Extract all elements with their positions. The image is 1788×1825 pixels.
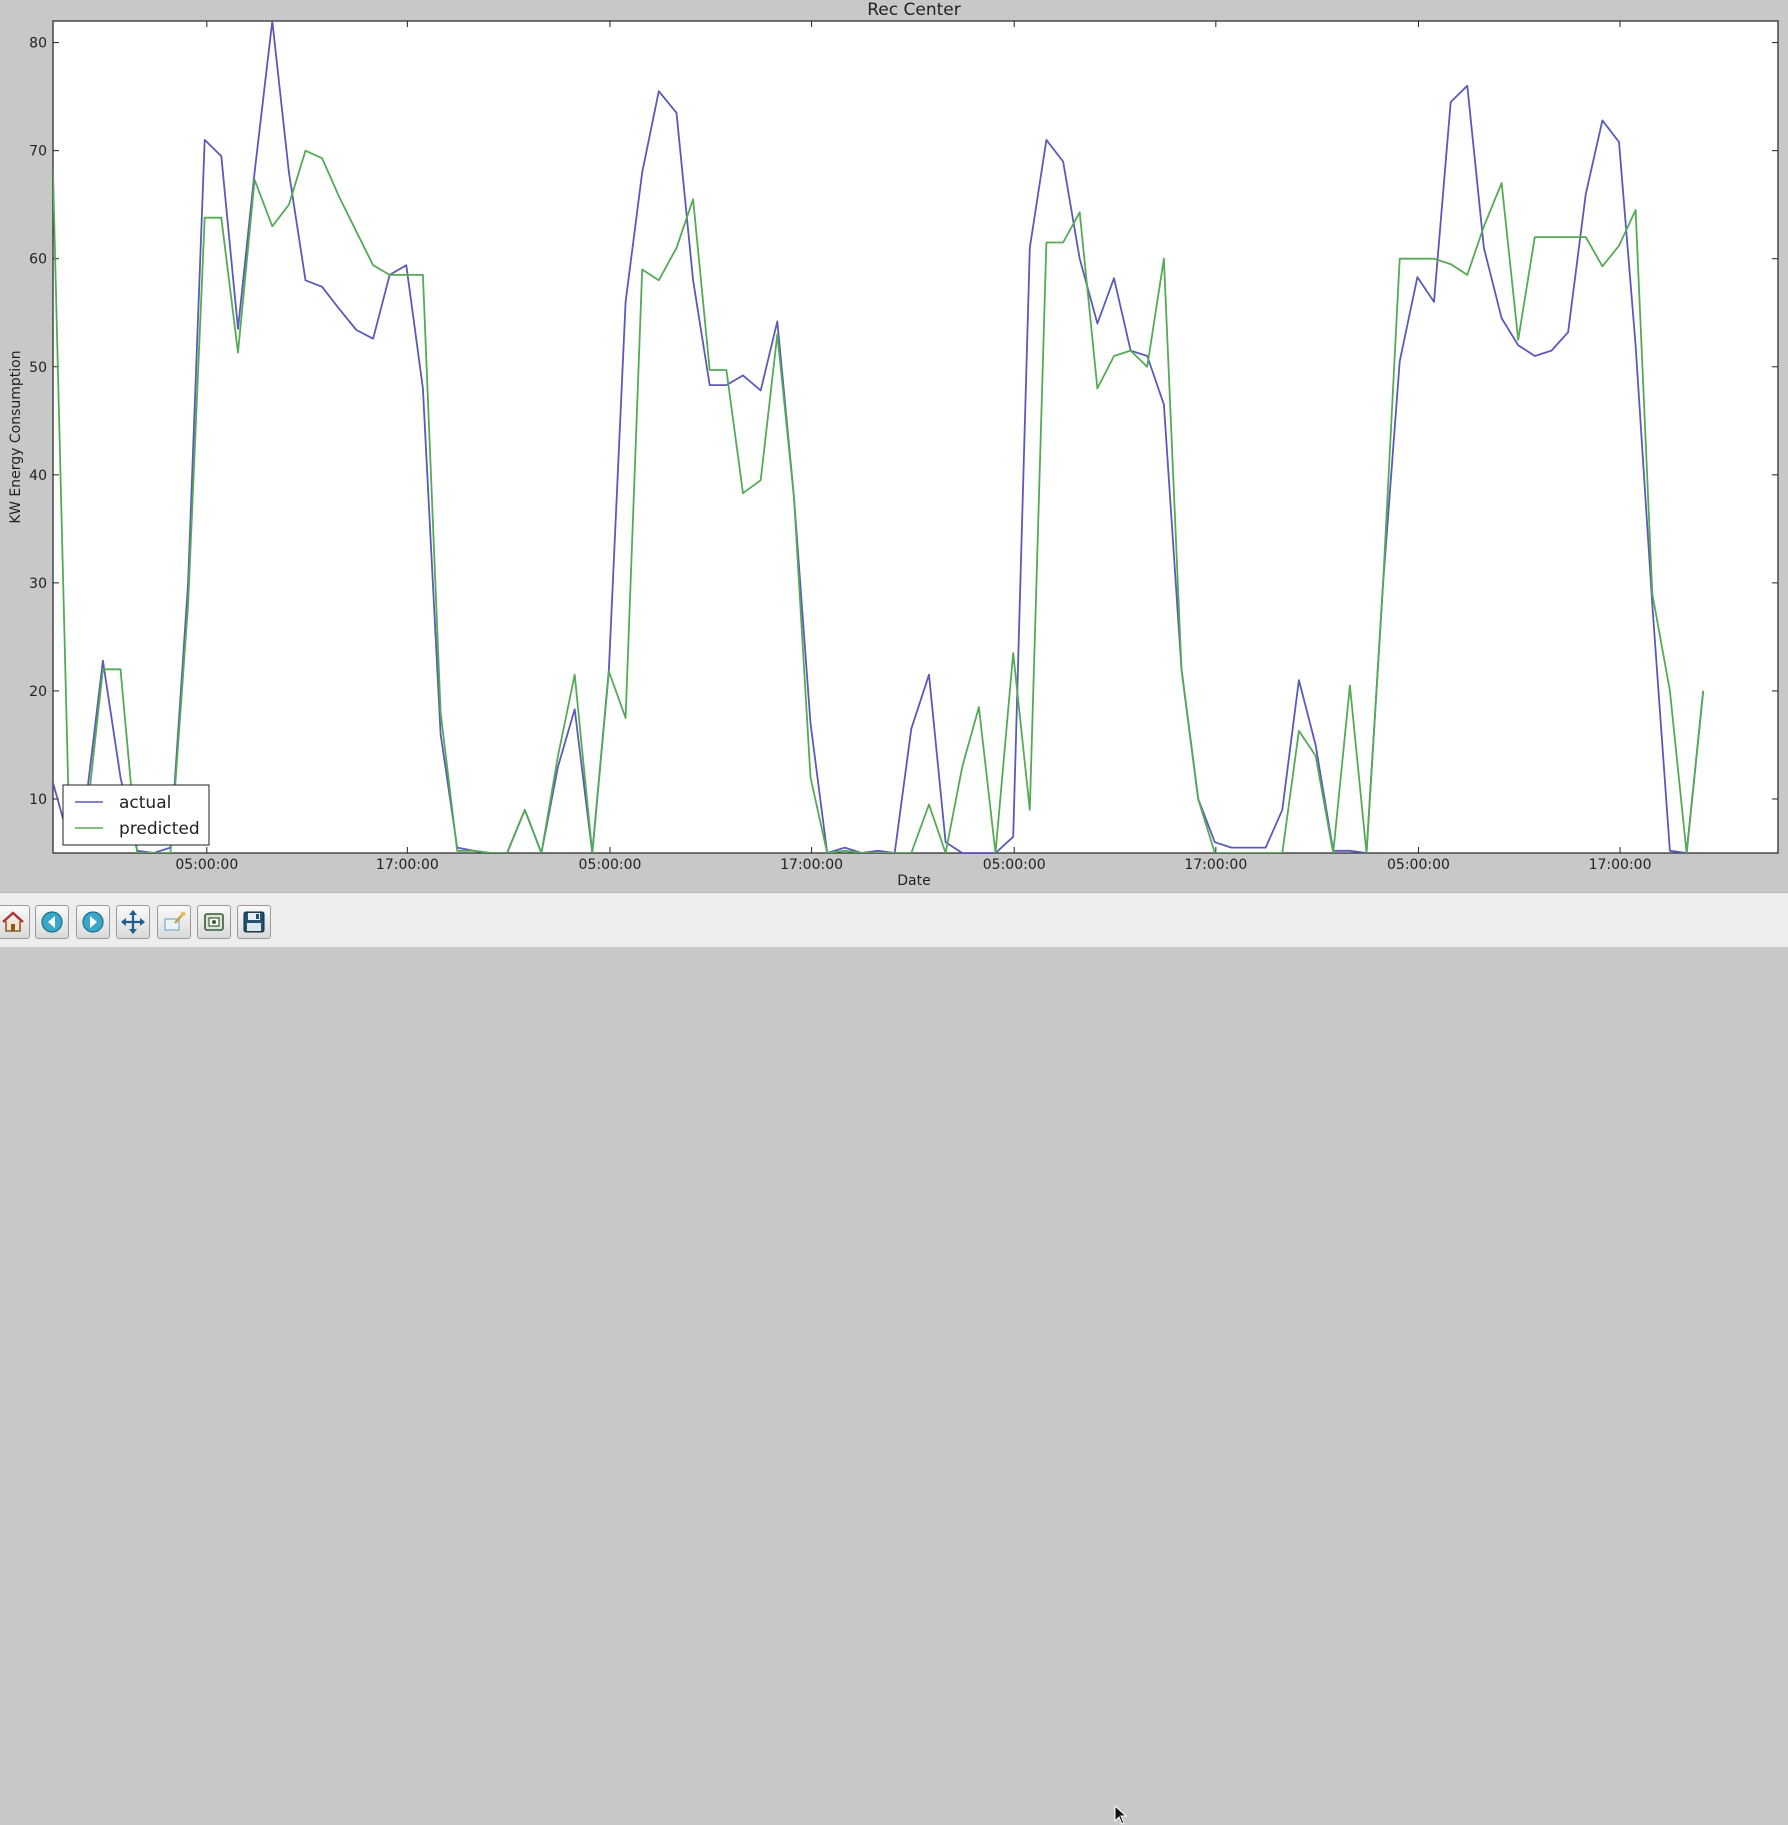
legend-label-predicted: predicted [119, 819, 200, 839]
x-tick-label: 05:00:00 [1387, 857, 1450, 873]
y-tick-label: 70 [29, 144, 47, 160]
plot-area: 10 20 30 40 50 60 70 80 05:00:00 17:00:00 05:00:0… [29, 20, 1779, 873]
pan-button[interactable] [116, 905, 150, 939]
forward-arrow-icon [82, 911, 104, 933]
x-axis-label: Date [897, 873, 930, 889]
x-tick-label: 17:00:00 [376, 857, 439, 873]
figure-canvas: Rec Center 10 20 30 40 50 60 70 80 05:00:00 17:0… [0, 0, 1788, 892]
y-axis-label: KW Energy Consumption [8, 350, 24, 523]
subplots-icon [204, 913, 224, 931]
configure-subplots-button[interactable] [197, 905, 231, 939]
y-tick-label: 20 [29, 684, 47, 700]
chart-title: Rec Center [867, 0, 960, 20]
zoom-button[interactable] [157, 905, 191, 939]
legend-label-actual: actual [119, 793, 171, 813]
y-tick-label: 50 [29, 360, 47, 376]
y-tick-label: 60 [29, 252, 47, 268]
back-button[interactable] [35, 905, 69, 939]
x-tick-label: 17:00:00 [780, 857, 843, 873]
x-tick-label: 17:00:00 [1184, 857, 1247, 873]
y-tick-label: 80 [29, 36, 47, 52]
zoom-rect-icon [164, 911, 186, 931]
mouse-cursor-icon [1114, 1805, 1128, 1825]
navigation-toolbar [0, 892, 1788, 1825]
home-button[interactable] [0, 905, 30, 939]
back-arrow-icon [41, 911, 63, 933]
x-tick-label: 05:00:00 [983, 857, 1046, 873]
forward-button[interactable] [76, 905, 110, 939]
floppy-disk-icon [243, 911, 265, 933]
x-tick-label: 05:00:00 [579, 857, 642, 873]
save-button[interactable] [237, 905, 271, 939]
y-tick-label: 40 [29, 468, 47, 484]
legend: actual predicted [62, 784, 210, 846]
x-tick-label: 05:00:00 [175, 857, 238, 873]
x-tick-label: 17:00:00 [1589, 857, 1652, 873]
y-tick-label: 10 [29, 792, 47, 808]
home-icon [2, 911, 24, 932]
y-tick-label: 30 [29, 576, 47, 592]
move-icon [121, 910, 145, 934]
